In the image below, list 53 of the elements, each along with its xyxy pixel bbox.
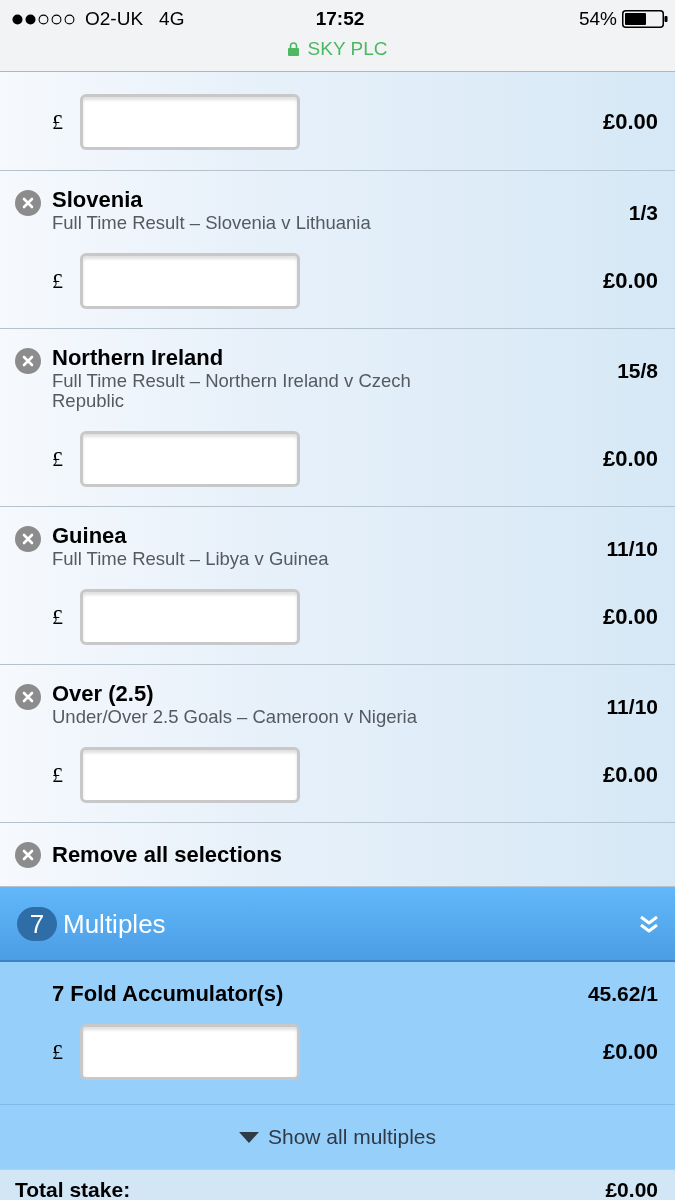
returns-value: £0.00: [602, 268, 658, 294]
caret-icon: [238, 1131, 259, 1143]
odds-value: 11/10: [606, 537, 658, 561]
total-value: £0.00: [605, 1177, 658, 1200]
site-name: SKY PLC: [307, 38, 388, 60]
currency-symbol: £: [52, 446, 64, 472]
selection-name: Guinea: [52, 523, 128, 549]
remove-icon[interactable]: [15, 684, 41, 710]
currency-symbol: £: [52, 268, 64, 294]
returns-value: £0.00: [602, 446, 658, 472]
double-chevron-icon[interactable]: [639, 913, 659, 934]
clock-time: 17:52: [315, 8, 365, 30]
returns-value: £0.00: [602, 604, 658, 630]
selection-name: Northern Ireland: [52, 345, 225, 371]
multiples-header[interactable]: 7 Multiples: [0, 887, 675, 962]
bet-type: 7 Fold Accumulator(s): [52, 981, 284, 1007]
selection-name: Over (2.5): [52, 681, 155, 707]
stake-field[interactable]: [80, 431, 300, 487]
currency-symbol: £: [52, 604, 64, 630]
remove-icon[interactable]: [15, 526, 41, 552]
count-badge: 7: [17, 906, 57, 941]
market-description: Full Time Result – Slovenia v Lithuania: [52, 213, 371, 233]
odds-value: 11/10: [606, 695, 658, 719]
total-label: Total stake:: [15, 1177, 131, 1200]
carrier-name: O2-UK: [85, 8, 144, 30]
multiples-title: Multiples: [63, 908, 166, 939]
stake-field[interactable]: [80, 253, 300, 309]
currency-symbol: £: [52, 762, 64, 788]
stake-field[interactable]: [80, 747, 300, 803]
market-description: Full Time Result – Libya v Guinea: [52, 549, 329, 569]
currency-symbol: £: [52, 109, 64, 135]
remove-icon: [15, 841, 41, 868]
remove-icon[interactable]: [15, 190, 41, 216]
battery-icon: [622, 10, 668, 28]
stake-field[interactable]: [80, 589, 300, 645]
odds-value: 1/3: [628, 201, 658, 225]
returns-value: £0.00: [602, 762, 658, 788]
show-all-multiples-button[interactable]: Show all multiples: [238, 1124, 437, 1150]
battery-percent: 54%: [578, 8, 617, 30]
selection-name: Slovenia: [52, 187, 144, 213]
currency-symbol: £: [52, 1039, 64, 1065]
remove-all-button[interactable]: Remove all selections: [15, 841, 282, 868]
remove-icon[interactable]: [15, 348, 41, 374]
signal-icon: [12, 13, 76, 25]
stake-field[interactable]: [80, 94, 300, 150]
returns-value: £0.00: [602, 1039, 658, 1065]
network-type: 4G: [159, 8, 185, 30]
returns-value: £0.00: [602, 109, 658, 135]
market-description: Full Time Result – Northern Ireland v Czech Republic: [52, 371, 412, 411]
odds-value: 15/8: [617, 359, 658, 383]
odds-value: 45.62/1: [587, 982, 658, 1006]
stake-field[interactable]: [80, 1024, 300, 1080]
market-description: Under/Over 2.5 Goals – Cameroon v Nigeria: [52, 707, 418, 727]
